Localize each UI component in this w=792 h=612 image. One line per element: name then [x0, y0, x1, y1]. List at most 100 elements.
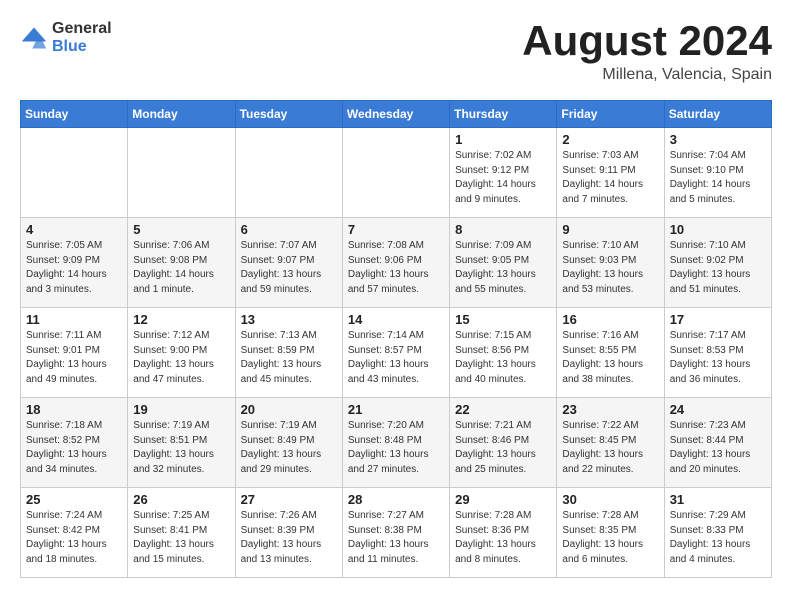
week-row-4: 18 Sunrise: 7:18 AM Sunset: 8:52 PM Dayli… [21, 398, 772, 488]
day-info: Sunrise: 7:06 AM Sunset: 9:08 PM Dayligh… [133, 239, 229, 297]
day-cell: 25Sunrise: 7:24 AM Sunset: 8:42 PM Dayli… [21, 488, 128, 578]
day-number: 15 [455, 312, 551, 327]
day-cell: 26 Sunrise: 7:25 AM Sunset: 8:41 PM Dayli… [128, 488, 235, 578]
day-info: Sunrise: 7:04 AM Sunset: 9:10 PM Dayligh… [670, 149, 766, 207]
day-cell: 27 Sunrise: 7:26 AM Sunset: 8:39 PM Dayli… [235, 488, 342, 578]
day-number: 21 [348, 402, 444, 417]
calendar-table: Sunday Monday Tuesday Wednesday Thursday… [20, 100, 772, 578]
day-number: 29 [455, 492, 551, 507]
weekday-sunday: Sunday [21, 101, 128, 128]
week-row-5: 25Sunrise: 7:24 AM Sunset: 8:42 PM Dayli… [21, 488, 772, 578]
day-number: 3 [670, 132, 766, 147]
week-row-3: 11Sunrise: 7:11 AM Sunset: 9:01 PM Dayli… [21, 308, 772, 398]
day-cell: 7Sunrise: 7:08 AM Sunset: 9:06 PM Daylig… [342, 218, 449, 308]
week-row-2: 4Sunrise: 7:05 AM Sunset: 9:09 PM Daylig… [21, 218, 772, 308]
day-info: Sunrise: 7:18 AM Sunset: 8:52 PM Dayligh… [26, 419, 122, 477]
day-info: Sunrise: 7:19 AM Sunset: 8:49 PM Dayligh… [241, 419, 337, 477]
week-row-1: 1Sunrise: 7:02 AM Sunset: 9:12 PM Daylig… [21, 128, 772, 218]
day-info: Sunrise: 7:23 AM Sunset: 8:44 PM Dayligh… [670, 419, 766, 477]
day-number: 1 [455, 132, 551, 147]
day-cell [128, 128, 235, 218]
day-number: 22 [455, 402, 551, 417]
day-info: Sunrise: 7:26 AM Sunset: 8:39 PM Dayligh… [241, 509, 337, 567]
day-cell: 15 Sunrise: 7:15 AM Sunset: 8:56 PM Dayli… [450, 308, 557, 398]
day-cell: 8Sunrise: 7:09 AM Sunset: 9:05 PM Daylig… [450, 218, 557, 308]
day-info: Sunrise: 7:11 AM Sunset: 9:01 PM Dayligh… [26, 329, 122, 387]
day-number: 16 [562, 312, 658, 327]
day-cell: 20 Sunrise: 7:19 AM Sunset: 8:49 PM Dayli… [235, 398, 342, 488]
day-info: Sunrise: 7:19 AM Sunset: 8:51 PM Dayligh… [133, 419, 229, 477]
day-info: Sunrise: 7:15 AM Sunset: 8:56 PM Dayligh… [455, 329, 551, 387]
day-number: 20 [241, 402, 337, 417]
day-info: Sunrise: 7:22 AM Sunset: 8:45 PM Dayligh… [562, 419, 658, 477]
day-number: 13 [241, 312, 337, 327]
day-info: Sunrise: 7:16 AM Sunset: 8:55 PM Dayligh… [562, 329, 658, 387]
day-cell: 12 Sunrise: 7:12 AM Sunset: 9:00 PM Dayli… [128, 308, 235, 398]
day-cell: 6 Sunrise: 7:07 AM Sunset: 9:07 PM Daylig… [235, 218, 342, 308]
day-cell: 4Sunrise: 7:05 AM Sunset: 9:09 PM Daylig… [21, 218, 128, 308]
day-number: 18 [26, 402, 122, 417]
day-number: 30 [562, 492, 658, 507]
day-info: Sunrise: 7:12 AM Sunset: 9:00 PM Dayligh… [133, 329, 229, 387]
day-number: 26 [133, 492, 229, 507]
day-cell: 16 Sunrise: 7:16 AM Sunset: 8:55 PM Dayli… [557, 308, 664, 398]
day-cell: 3 Sunrise: 7:04 AM Sunset: 9:10 PM Daylig… [664, 128, 771, 218]
day-cell: 17Sunrise: 7:17 AM Sunset: 8:53 PM Dayli… [664, 308, 771, 398]
day-number: 28 [348, 492, 444, 507]
day-info: Sunrise: 7:03 AM Sunset: 9:11 PM Dayligh… [562, 149, 658, 207]
day-cell: 10Sunrise: 7:10 AM Sunset: 9:02 PM Dayli… [664, 218, 771, 308]
calendar-body: 1Sunrise: 7:02 AM Sunset: 9:12 PM Daylig… [21, 128, 772, 578]
day-cell: 29 Sunrise: 7:28 AM Sunset: 8:36 PM Dayli… [450, 488, 557, 578]
logo-icon [20, 24, 48, 52]
weekday-wednesday: Wednesday [342, 101, 449, 128]
day-info: Sunrise: 7:20 AM Sunset: 8:48 PM Dayligh… [348, 419, 444, 477]
day-number: 5 [133, 222, 229, 237]
logo-text: General Blue [52, 20, 112, 55]
day-cell: 11Sunrise: 7:11 AM Sunset: 9:01 PM Dayli… [21, 308, 128, 398]
weekday-tuesday: Tuesday [235, 101, 342, 128]
day-number: 23 [562, 402, 658, 417]
day-number: 6 [241, 222, 337, 237]
day-cell: 23 Sunrise: 7:22 AM Sunset: 8:45 PM Dayli… [557, 398, 664, 488]
title-block: August 2024 Millena, Valencia, Spain [522, 20, 772, 84]
day-number: 12 [133, 312, 229, 327]
weekday-monday: Monday [128, 101, 235, 128]
day-cell [342, 128, 449, 218]
day-cell: 18 Sunrise: 7:18 AM Sunset: 8:52 PM Dayli… [21, 398, 128, 488]
day-info: Sunrise: 7:29 AM Sunset: 8:33 PM Dayligh… [670, 509, 766, 567]
day-cell: 9 Sunrise: 7:10 AM Sunset: 9:03 PM Daylig… [557, 218, 664, 308]
day-cell [21, 128, 128, 218]
day-cell: 19 Sunrise: 7:19 AM Sunset: 8:51 PM Dayli… [128, 398, 235, 488]
day-info: Sunrise: 7:14 AM Sunset: 8:57 PM Dayligh… [348, 329, 444, 387]
day-cell: 21 Sunrise: 7:20 AM Sunset: 8:48 PM Dayli… [342, 398, 449, 488]
day-info: Sunrise: 7:09 AM Sunset: 9:05 PM Dayligh… [455, 239, 551, 297]
logo-general-label: General [52, 20, 112, 38]
day-info: Sunrise: 7:10 AM Sunset: 9:03 PM Dayligh… [562, 239, 658, 297]
weekday-saturday: Saturday [664, 101, 771, 128]
day-cell: 30 Sunrise: 7:28 AM Sunset: 8:35 PM Dayli… [557, 488, 664, 578]
day-info: Sunrise: 7:08 AM Sunset: 9:06 PM Dayligh… [348, 239, 444, 297]
day-number: 2 [562, 132, 658, 147]
day-cell: 5 Sunrise: 7:06 AM Sunset: 9:08 PM Daylig… [128, 218, 235, 308]
month-year-title: August 2024 [522, 20, 772, 62]
logo-blue-label: Blue [52, 38, 112, 56]
day-info: Sunrise: 7:28 AM Sunset: 8:35 PM Dayligh… [562, 509, 658, 567]
day-info: Sunrise: 7:05 AM Sunset: 9:09 PM Dayligh… [26, 239, 122, 297]
day-cell: 13Sunrise: 7:13 AM Sunset: 8:59 PM Dayli… [235, 308, 342, 398]
day-number: 10 [670, 222, 766, 237]
day-number: 25 [26, 492, 122, 507]
day-cell: 28Sunrise: 7:27 AM Sunset: 8:38 PM Dayli… [342, 488, 449, 578]
day-number: 9 [562, 222, 658, 237]
day-info: Sunrise: 7:17 AM Sunset: 8:53 PM Dayligh… [670, 329, 766, 387]
logo: General Blue [20, 20, 112, 55]
day-number: 19 [133, 402, 229, 417]
day-number: 27 [241, 492, 337, 507]
day-cell: 22 Sunrise: 7:21 AM Sunset: 8:46 PM Dayli… [450, 398, 557, 488]
day-cell [235, 128, 342, 218]
day-info: Sunrise: 7:07 AM Sunset: 9:07 PM Dayligh… [241, 239, 337, 297]
day-info: Sunrise: 7:28 AM Sunset: 8:36 PM Dayligh… [455, 509, 551, 567]
day-info: Sunrise: 7:25 AM Sunset: 8:41 PM Dayligh… [133, 509, 229, 567]
day-info: Sunrise: 7:21 AM Sunset: 8:46 PM Dayligh… [455, 419, 551, 477]
weekday-row: Sunday Monday Tuesday Wednesday Thursday… [21, 101, 772, 128]
day-cell: 31Sunrise: 7:29 AM Sunset: 8:33 PM Dayli… [664, 488, 771, 578]
